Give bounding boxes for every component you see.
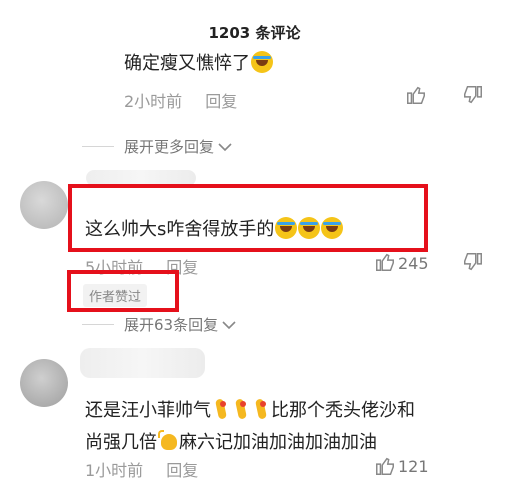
chevron-down-icon [218,138,232,156]
comment-text: 这么帅大s咋舍得放手的 [85,215,344,241]
divider-line [82,146,114,147]
thumbs-up-icon[interactable] [374,251,396,273]
crossed-fingers-emoji-icon [212,398,230,420]
comment-text-part: 还是汪小菲帅气 [85,400,211,421]
reply-time: 2小时前 [124,92,183,111]
comment-text-part: 尚强几倍 [85,432,157,453]
comment-time: 1小时前 [85,461,144,480]
divider-line [82,324,114,325]
reply-meta: 2小时前 回复 [124,88,237,112]
laughing-tears-emoji-icon [275,217,298,239]
thumbs-up-icon[interactable] [405,84,427,106]
like-count: 245 [398,254,429,273]
comment-text-line-2: 尚强几倍 麻六记加油加油加油加油 [85,428,377,454]
thumbs-down-icon[interactable] [462,251,484,273]
laughing-tears-emoji-icon [298,217,321,239]
username-redacted[interactable] [80,348,205,378]
reply-button[interactable]: 回复 [166,461,198,480]
thumbs-down-icon[interactable] [462,84,484,106]
author-liked-badge: 作者赞过 [83,284,148,307]
thumbs-up-icon[interactable] [374,455,396,477]
comment-text-content: 这么帅大s咋舍得放手的 [85,219,275,240]
expand-more-replies[interactable]: 展开更多回复 [82,136,232,157]
avatar[interactable] [20,359,68,407]
like-count: 121 [398,457,429,476]
reply-text: 确定瘦又憔悴了 [124,49,273,75]
reply-button[interactable]: 回复 [205,92,237,111]
expand-more-replies-label: 展开更多回复 [124,138,215,156]
laughing-tears-emoji-icon [321,217,344,239]
clapping-hands-emoji-icon [157,430,179,452]
expand-replies[interactable]: 展开63条回复 [82,314,236,335]
comment-text-line-1: 还是汪小菲帅气 比那个秃头佬沙和 [85,396,415,422]
comment-text-part: 麻六记加油加油加油加油 [179,432,377,453]
laughing-tears-emoji-icon [251,51,273,73]
crossed-fingers-emoji-icon [252,398,270,420]
crossed-fingers-emoji-icon [232,398,250,420]
comment-count-title: 1203 条评论 [208,24,301,42]
comment-text-part: 比那个秃头佬沙和 [271,400,415,421]
chevron-down-icon [222,316,236,334]
avatar[interactable] [20,181,68,229]
expand-replies-label: 展开63条回复 [124,316,219,334]
comment-meta: 1小时前 回复 [85,457,198,481]
reply-text-content: 确定瘦又憔悴了 [124,53,250,74]
